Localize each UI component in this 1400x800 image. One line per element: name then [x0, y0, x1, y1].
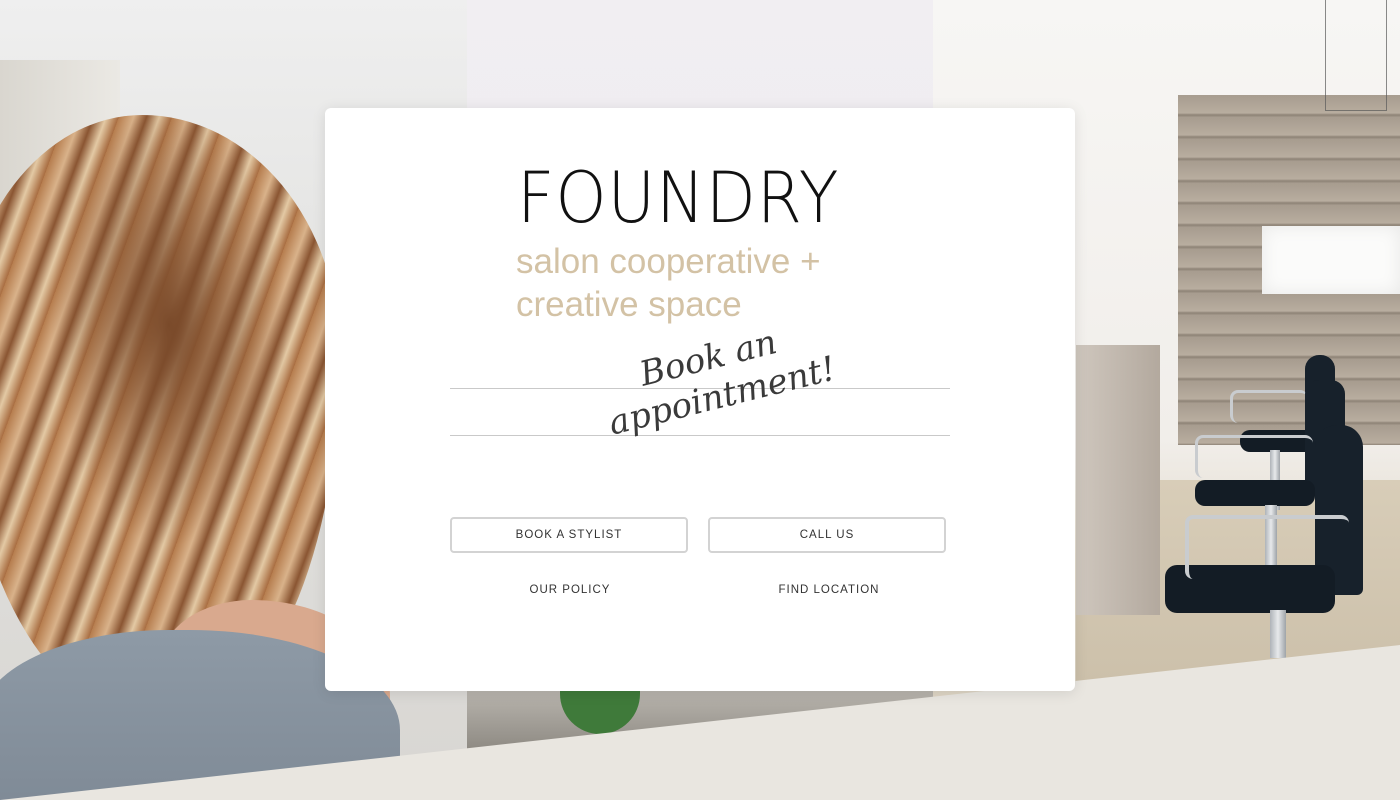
- booking-card: FOUNDRY salon cooperative + creative spa…: [325, 108, 1075, 691]
- call-us-button[interactable]: CALL US: [708, 517, 946, 553]
- find-location-link[interactable]: FIND LOCATION: [708, 584, 950, 596]
- our-policy-link[interactable]: OUR POLICY: [449, 584, 691, 596]
- tagline-line-2: creative space: [516, 285, 742, 324]
- brand-logo: FOUNDRY: [517, 157, 840, 239]
- book-appointment-heading: Book an appointment!: [595, 310, 840, 444]
- book-stylist-button[interactable]: BOOK A STYLIST: [450, 517, 688, 553]
- brand-tagline: salon cooperative + creative space: [516, 240, 916, 326]
- divider-bottom: [450, 435, 950, 436]
- tagline-line-1: salon cooperative +: [516, 242, 821, 281]
